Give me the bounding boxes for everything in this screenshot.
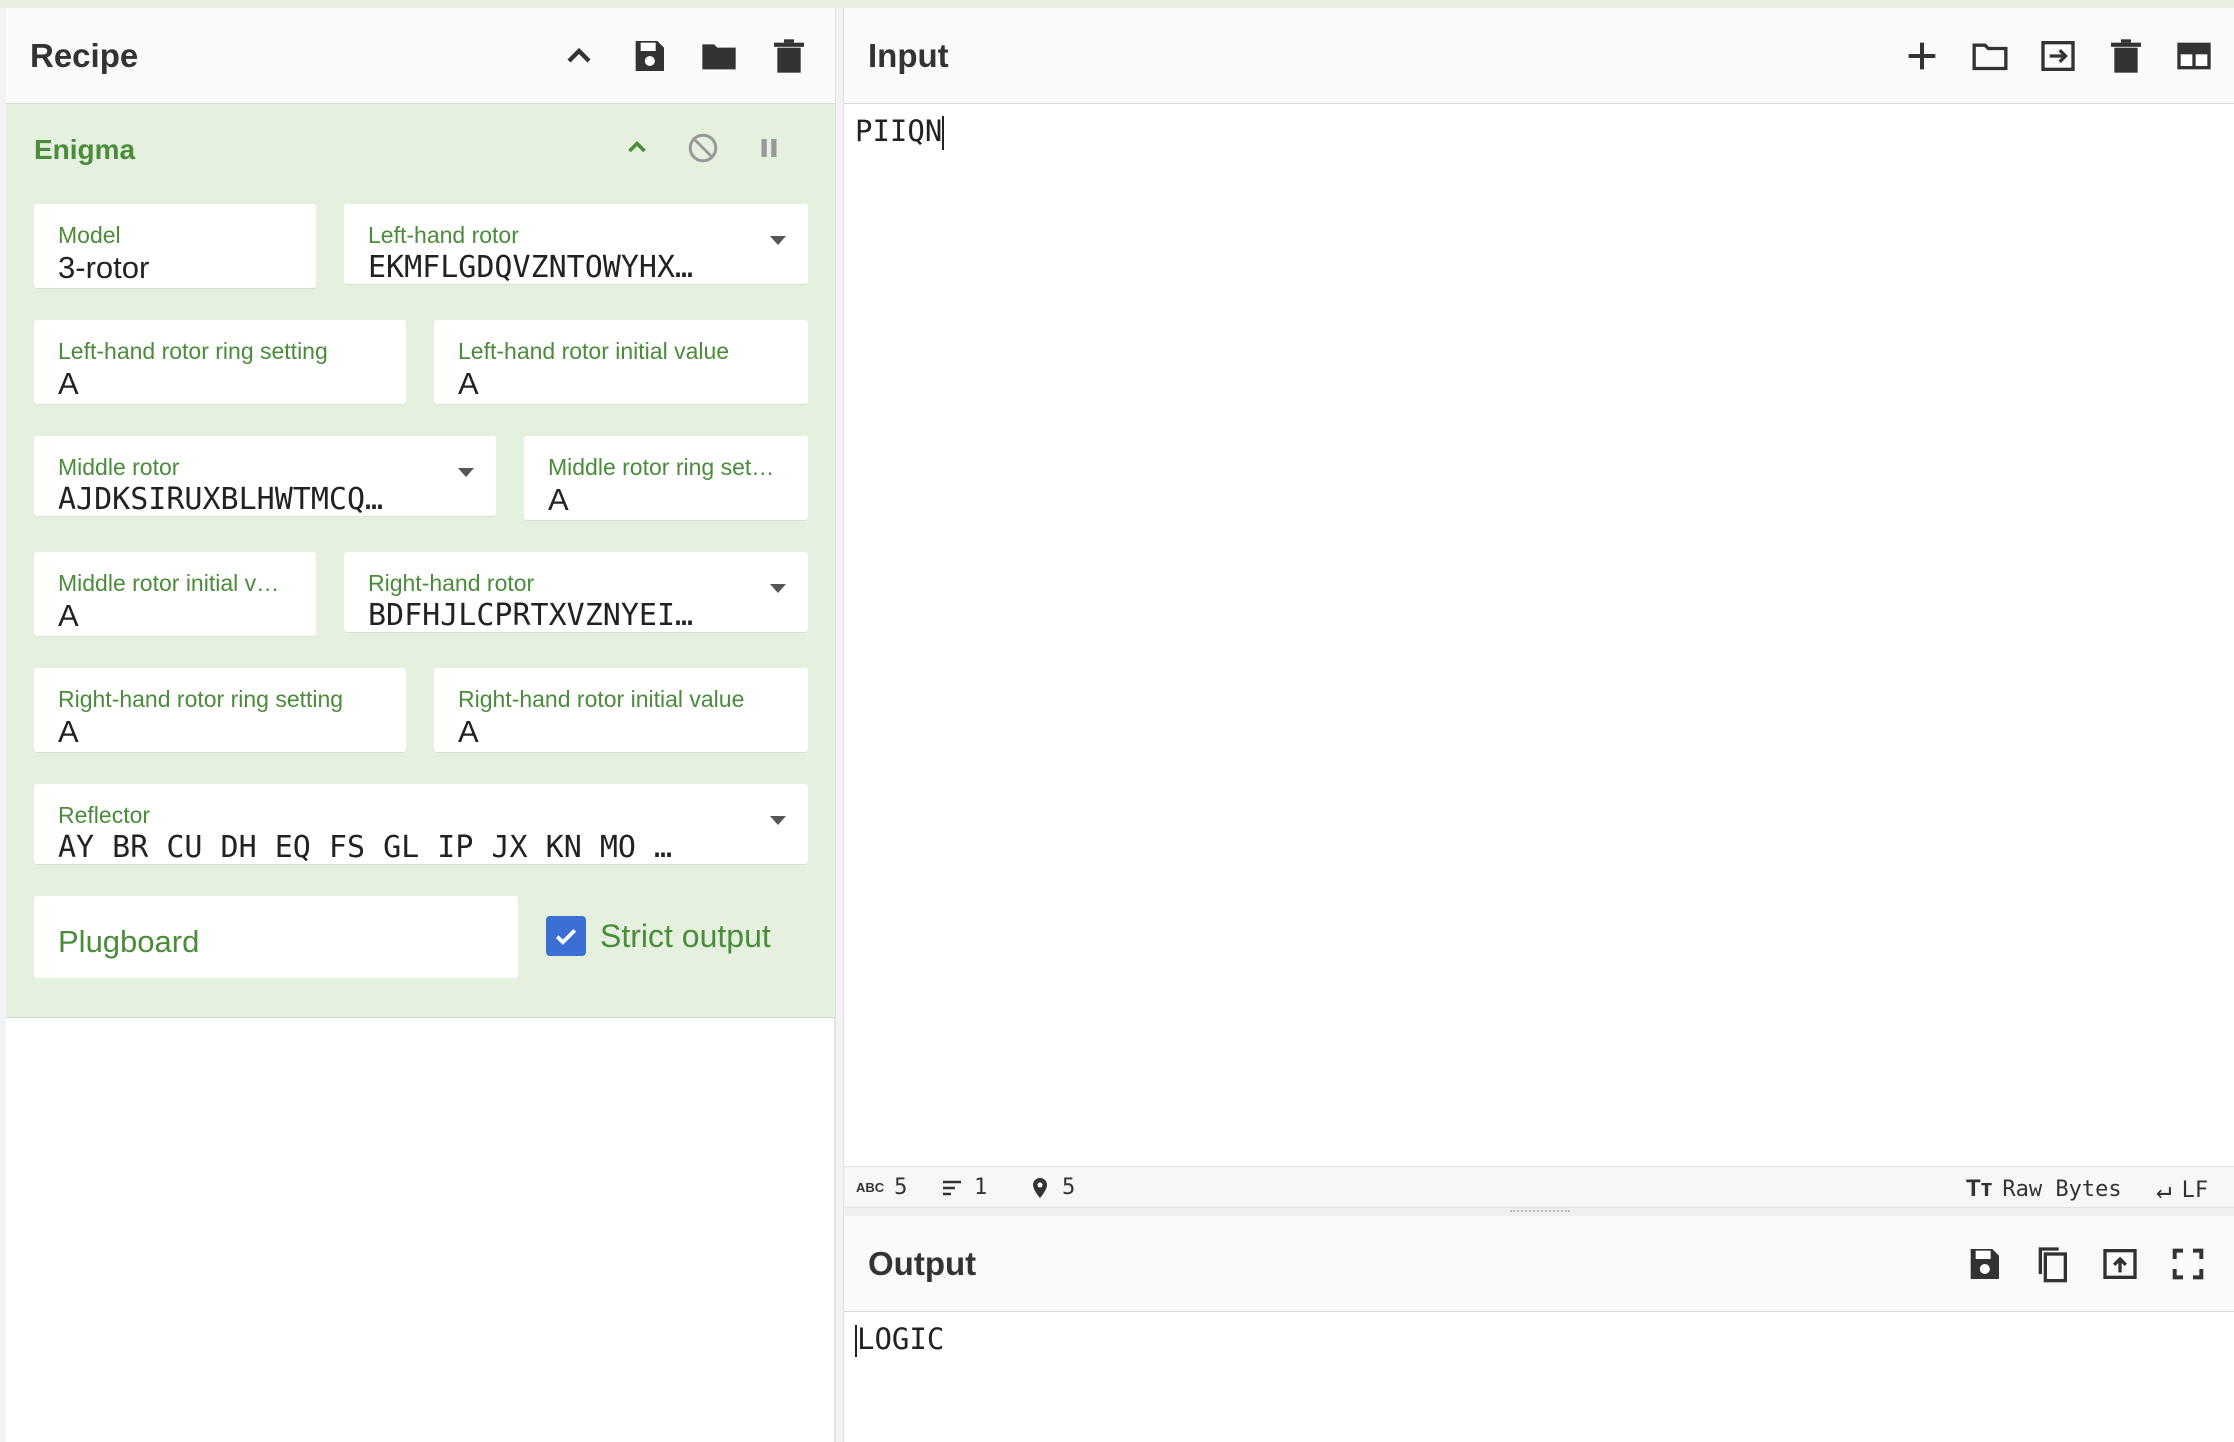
field-label: Right-hand rotor — [368, 570, 535, 596]
plugboard-placeholder: Plugboard — [58, 924, 200, 959]
field-value: A — [458, 714, 479, 749]
field-label: Middle rotor initial v… — [58, 570, 280, 596]
right-rotor-initial-value-input[interactable]: Right-hand rotor initial value A — [434, 668, 808, 752]
text-cursor — [942, 116, 945, 150]
right-rotor-select[interactable]: Right-hand rotor BDFHJLCPRTXVZNYEI… — [344, 552, 808, 633]
enigma-operation[interactable]: Enigma Model 3-rotor Left-hand rotor EKM… — [6, 104, 835, 1018]
model-select[interactable]: Model 3-rotor — [34, 204, 316, 288]
middle-rotor-select[interactable]: Middle rotor AJDKSIRUXBLHWTMCQ… — [34, 436, 496, 517]
output-header: Output — [844, 1216, 2234, 1312]
field-value: 3-rotor — [58, 250, 150, 285]
drag-handle-icon[interactable] — [1510, 1210, 1570, 1214]
field-value: A — [548, 482, 569, 517]
field-value: A — [458, 366, 479, 401]
pause-icon[interactable] — [751, 130, 787, 166]
recipe-header: Recipe — [6, 8, 835, 104]
fullscreen-icon[interactable] — [2168, 1244, 2208, 1284]
chevron-down-icon[interactable] — [770, 584, 786, 593]
field-label: Left-hand rotor initial value — [458, 338, 730, 364]
field-value: BDFHJLCPRTXVZNYEI… — [368, 598, 694, 633]
output-toolbar — [1964, 1216, 2208, 1312]
encoding-selector[interactable]: Tт Raw Bytes — [1966, 1175, 2122, 1203]
reflector-select[interactable]: Reflector AY BR CU DH EQ FS GL IP JX KN … — [34, 784, 808, 865]
save-icon[interactable] — [1964, 1244, 2004, 1284]
field-label: Right-hand rotor initial value — [458, 686, 745, 712]
input-toolbar — [1902, 8, 2214, 104]
input-status-bar: ABC 5 1 5 Tт Raw Bytes ↵ LF — [844, 1166, 2234, 1208]
strict-output-label: Strict output — [600, 917, 771, 954]
input-title: Input — [868, 36, 949, 74]
layout-icon[interactable] — [2174, 36, 2214, 76]
right-rotor-ring-setting-input[interactable]: Right-hand rotor ring setting A — [34, 668, 406, 752]
field-label: Left-hand rotor — [368, 222, 519, 248]
operation-controls — [619, 130, 787, 166]
save-icon[interactable] — [629, 36, 669, 76]
input-text: PIIQN — [855, 114, 943, 148]
left-rotor-select[interactable]: Left-hand rotor EKMFLGDQVZNTOWYHX… — [344, 204, 808, 285]
middle-rotor-ring-setting-input[interactable]: Middle rotor ring set… A — [524, 436, 808, 520]
field-value: AJDKSIRUXBLHWTMCQ… — [58, 482, 384, 517]
chevron-up-icon[interactable] — [619, 130, 655, 166]
trash-icon[interactable] — [2106, 36, 2146, 76]
left-rotor-initial-value-input[interactable]: Left-hand rotor initial value A — [434, 320, 808, 404]
field-value: A — [58, 366, 79, 401]
chevron-down-icon[interactable] — [458, 468, 474, 477]
field-label: Reflector — [58, 802, 151, 828]
output-text: LOGIC — [857, 1322, 945, 1356]
field-label: Left-hand rotor ring setting — [58, 338, 328, 364]
line-count: 1 — [940, 1175, 987, 1200]
import-icon[interactable] — [2038, 36, 2078, 76]
abc-icon: ABC — [856, 1180, 885, 1195]
chevron-down-icon[interactable] — [770, 816, 786, 825]
char-count: ABC 5 — [856, 1175, 908, 1200]
middle-rotor-initial-value-input[interactable]: Middle rotor initial v… A — [34, 552, 316, 636]
eol-selector[interactable]: ↵ LF — [2156, 1175, 2208, 1205]
left-rotor-ring-setting-input[interactable]: Left-hand rotor ring setting A — [34, 320, 406, 404]
panel-divider[interactable] — [835, 8, 844, 1442]
field-value: A — [58, 598, 79, 633]
input-header: Input — [844, 8, 2234, 104]
field-value: AY BR CU DH EQ FS GL IP JX KN MO … — [58, 830, 673, 865]
location-pin-icon — [1033, 1177, 1047, 1198]
top-border — [0, 0, 2234, 8]
folder-icon[interactable] — [699, 36, 739, 76]
open-folder-icon[interactable] — [1970, 36, 2010, 76]
field-label: Right-hand rotor ring setting — [58, 686, 344, 712]
field-label: Middle rotor — [58, 454, 180, 480]
field-value: EKMFLGDQVZNTOWYHX… — [368, 250, 694, 285]
replace-input-icon[interactable] — [2100, 1244, 2140, 1284]
lines-icon — [943, 1180, 961, 1195]
cursor-position: 5 — [1028, 1175, 1075, 1200]
field-label: Model — [58, 222, 121, 248]
input-textarea[interactable]: PIIQN — [855, 114, 945, 150]
recipe-toolbar — [559, 8, 809, 104]
plus-icon[interactable] — [1902, 36, 1942, 76]
output-textarea[interactable]: LOGIC — [855, 1322, 944, 1357]
disable-icon[interactable] — [685, 130, 721, 166]
text-size-icon: Tт — [1966, 1175, 1993, 1202]
checkbox-checked-icon[interactable] — [546, 916, 586, 956]
operation-title: Enigma — [34, 134, 136, 165]
chevron-down-icon[interactable] — [770, 236, 786, 245]
field-label: Middle rotor ring set… — [548, 454, 775, 480]
recipe-title: Recipe — [30, 36, 139, 74]
plugboard-input[interactable]: Plugboard — [34, 896, 518, 978]
field-value: A — [58, 714, 79, 749]
chevron-up-icon[interactable] — [559, 36, 599, 76]
strict-output-checkbox[interactable]: Strict output — [546, 916, 771, 956]
copy-icon[interactable] — [2032, 1244, 2072, 1284]
trash-icon[interactable] — [769, 36, 809, 76]
return-icon: ↵ — [2156, 1175, 2172, 1205]
output-title: Output — [868, 1244, 977, 1282]
